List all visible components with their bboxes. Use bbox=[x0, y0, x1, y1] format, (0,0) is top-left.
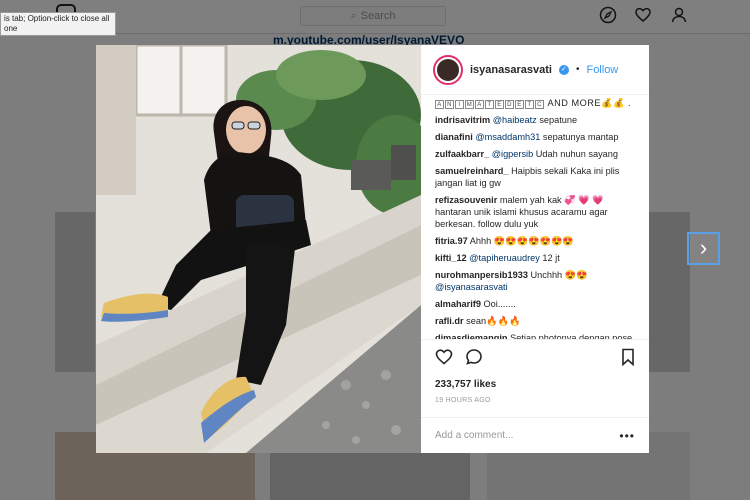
comment-username[interactable]: samuelreinhard_ bbox=[435, 166, 509, 176]
post-header: isyanasarasvati ✓ • Follow bbox=[421, 45, 649, 95]
tooltip-line: one bbox=[4, 24, 18, 33]
caption-box-letter: A bbox=[475, 100, 484, 109]
post-sidebar: isyanasarasvati ✓ • Follow ANIMATEDETC A… bbox=[421, 45, 649, 453]
comment-username[interactable]: zulfaakbarr_ bbox=[435, 149, 489, 159]
follow-button[interactable]: Follow bbox=[586, 64, 618, 76]
comment-username[interactable]: dianafini bbox=[435, 132, 473, 142]
comment-item: samuelreinhard_ Haipbis sekali Kaka ini … bbox=[435, 165, 635, 189]
comment-text: sepatunya mantap bbox=[540, 132, 619, 142]
caption-box-letter: N bbox=[445, 100, 454, 109]
post-actions bbox=[421, 339, 649, 379]
post-username[interactable]: isyanasarasvati bbox=[470, 64, 552, 76]
comment-text: Ahhh 😍😍😍😍😍😍😍 bbox=[469, 236, 574, 246]
caption-box-letter: T bbox=[485, 100, 494, 109]
tooltip-line: is tab; Option-click to close all bbox=[4, 14, 110, 23]
chevron-right-icon: › bbox=[699, 235, 708, 260]
add-comment-bar: ••• bbox=[421, 417, 649, 453]
comment-item: fitria.97 Ahhh 😍😍😍😍😍😍😍 bbox=[435, 235, 635, 247]
caption-box-letter: T bbox=[525, 100, 534, 109]
caption-box-letter: I bbox=[455, 100, 464, 109]
comment-text: sepatune bbox=[536, 115, 578, 125]
avatar-image bbox=[437, 58, 459, 81]
post-timestamp[interactable]: 19 HOURS AGO bbox=[421, 393, 649, 409]
separator-dot: • bbox=[575, 64, 580, 75]
comment-username[interactable]: rafli.dr bbox=[435, 316, 464, 326]
avatar[interactable] bbox=[433, 54, 463, 85]
comment-container: indrisavitrim @haibeatz sepatune dianafin… bbox=[435, 114, 635, 339]
like-heart-icon[interactable] bbox=[435, 348, 453, 371]
caption-box-letter: D bbox=[505, 100, 514, 109]
comment-mention[interactable]: @igpersib bbox=[492, 149, 534, 159]
comment-mention[interactable]: @haibeatz bbox=[493, 115, 537, 125]
comment-text: Udah nuhun sayang bbox=[533, 149, 619, 159]
caption-text: AND MORE💰💰 . bbox=[547, 98, 632, 108]
caption-box-letter: M bbox=[465, 100, 474, 109]
caption-box-letters: ANIMATEDETC bbox=[435, 97, 545, 109]
comment-item: dimasdjemangin Setiap photonya dengan po… bbox=[435, 332, 635, 339]
comment-item: refizasouvenir malem yah kak 💞 💗 💗 hanta… bbox=[435, 194, 635, 230]
next-post-arrow[interactable]: › bbox=[687, 232, 720, 265]
comment-mention[interactable]: @isyanasarasvati bbox=[435, 282, 508, 292]
comment-text: Unchhh 😍😍 bbox=[530, 270, 588, 280]
comment-username[interactable]: indrisavitrim bbox=[435, 115, 490, 125]
caption-box-letter: A bbox=[435, 100, 444, 109]
caption-box-letter: E bbox=[515, 100, 524, 109]
comment-item: indrisavitrim @haibeatz sepatune bbox=[435, 114, 635, 126]
post-photo[interactable] bbox=[96, 45, 421, 453]
comment-text: 12 jt bbox=[539, 253, 560, 263]
add-comment-input[interactable] bbox=[435, 430, 620, 441]
comment-item: dianafini @msaddamh31 sepatunya mantap bbox=[435, 131, 635, 143]
comment-username[interactable]: kifti_12 bbox=[435, 253, 467, 263]
comment-text: sean🔥🔥🔥 bbox=[466, 316, 521, 326]
comment-mention[interactable]: @msaddamh31 bbox=[475, 132, 540, 142]
comment-text: Ooi....... bbox=[483, 299, 516, 309]
comment-item: zulfaakbarr_ @igpersib Udah nuhun sayang bbox=[435, 148, 635, 160]
comment-username[interactable]: refizasouvenir bbox=[435, 195, 497, 205]
comment-username[interactable]: almaharif9 bbox=[435, 299, 481, 309]
comment-username[interactable]: fitria.97 bbox=[435, 236, 468, 246]
comment-username[interactable]: nurohmanpersib1933 bbox=[435, 270, 528, 280]
comment-item: rafli.dr sean🔥🔥🔥 bbox=[435, 315, 635, 327]
bookmark-icon[interactable] bbox=[621, 348, 635, 371]
tab-tooltip: is tab; Option-click to close all one bbox=[0, 12, 116, 36]
comment-item: kifti_12 @tapiheruaudrey 12 jt bbox=[435, 252, 635, 264]
comment-bubble-icon[interactable] bbox=[465, 348, 483, 371]
caption-box-letter: E bbox=[495, 100, 504, 109]
comments-list[interactable]: ANIMATEDETC AND MORE💰💰 . indrisavitrim @… bbox=[421, 95, 649, 339]
comment-mention[interactable]: @tapiheruaudrey bbox=[469, 253, 540, 263]
likes-count[interactable]: 233,757 likes bbox=[421, 379, 649, 393]
post-modal: isyanasarasvati ✓ • Follow ANIMATEDETC A… bbox=[96, 45, 649, 453]
more-options-icon[interactable]: ••• bbox=[619, 429, 635, 443]
comment-item: almaharif9 Ooi....... bbox=[435, 298, 635, 310]
caption-tail: ANIMATEDETC AND MORE💰💰 . bbox=[435, 97, 635, 109]
caption-box-letter: C bbox=[535, 100, 544, 109]
verified-badge-icon: ✓ bbox=[558, 64, 569, 75]
comment-item: nurohmanpersib1933 Unchhh 😍😍 @isyanasara… bbox=[435, 269, 635, 293]
